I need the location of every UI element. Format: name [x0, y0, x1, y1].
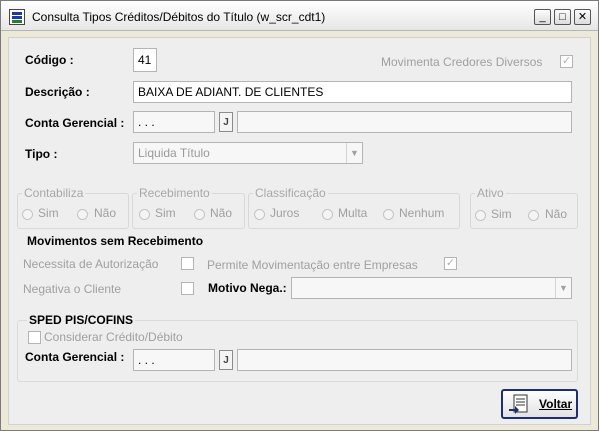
classificacao-nenhum-label: Nenhum [399, 206, 445, 220]
app-icon [9, 9, 25, 25]
descricao-label: Descrição : [25, 85, 90, 99]
permite-movimentacao-checkbox[interactable]: ✓ [444, 257, 457, 270]
recebimento-group: Recebimento Sim Não [132, 186, 245, 229]
voltar-label: Voltar [539, 397, 573, 411]
ativo-sim-label: Sim [491, 207, 512, 221]
classificacao-multa-label: Multa [338, 206, 368, 220]
conta-lookup-button[interactable]: J [219, 112, 233, 132]
contabiliza-group: Contabiliza Sim Não [17, 186, 129, 229]
sped-conta-gerencial-description [237, 349, 572, 371]
tipo-dropdown[interactable]: Liquida Título ▼ [133, 142, 363, 164]
motivo-nega-label: Motivo Nega.: [208, 281, 287, 295]
classificacao-nenhum-radio[interactable] [383, 209, 394, 220]
classificacao-juros-radio[interactable] [254, 209, 265, 220]
conta-gerencial-description [237, 111, 572, 133]
classificacao-group: Classificação Juros Multa Nenhum [248, 186, 460, 229]
minimize-icon: _ [539, 10, 546, 23]
codigo-field[interactable]: 41 [133, 48, 157, 72]
recebimento-sim-radio[interactable] [139, 209, 150, 220]
tipo-label: Tipo : [25, 147, 58, 161]
considerar-credito-label: Considerar Crédito/Débito [44, 330, 183, 344]
title-bar: Consulta Tipos Créditos/Débitos do Títul… [1, 1, 598, 31]
considerar-credito-checkbox[interactable] [28, 331, 41, 344]
maximize-icon: □ [559, 10, 566, 23]
exit-door-icon [508, 394, 530, 414]
permite-movimentacao-label: Permite Movimentação entre Empresas [207, 258, 418, 272]
tipo-value: Liquida Título [138, 146, 210, 160]
maximize-button[interactable]: □ [554, 9, 571, 25]
movimenta-credores-checkbox[interactable]: ✓ [560, 55, 573, 68]
voltar-button[interactable]: Voltar [501, 389, 578, 419]
necessita-autorizacao-checkbox[interactable] [181, 257, 194, 270]
sped-conta-gerencial-label: Conta Gerencial : [25, 350, 125, 364]
recebimento-sim-label: Sim [155, 206, 176, 220]
conta-gerencial-field[interactable]: . . . [133, 111, 215, 133]
codigo-label: Código : [25, 53, 74, 67]
window-title: Consulta Tipos Créditos/Débitos do Títul… [32, 10, 326, 24]
sped-section-title: SPED PIS/COFINS [27, 313, 136, 327]
classificacao-title: Classificação [253, 186, 328, 200]
close-icon: ✕ [577, 10, 588, 23]
recebimento-nao-label: Não [210, 206, 233, 220]
lookup-icon: J [223, 354, 229, 366]
descricao-field[interactable]: BAIXA DE ADIANT. DE CLIENTES [133, 81, 572, 103]
contabiliza-sim-label: Sim [38, 206, 59, 220]
check-icon: ✓ [561, 55, 572, 67]
ativo-title: Ativo [475, 186, 506, 200]
sped-conta-gerencial-field[interactable]: . . . [133, 349, 215, 371]
ativo-nao-radio[interactable] [528, 210, 539, 221]
minimize-button[interactable]: _ [534, 9, 551, 25]
contabiliza-nao-radio[interactable] [77, 209, 88, 220]
ativo-nao-label: Não [545, 207, 568, 221]
recebimento-title: Recebimento [137, 186, 212, 200]
lookup-icon: J [223, 116, 229, 128]
necessita-autorizacao-label: Necessita de Autorização [23, 257, 159, 271]
movimentos-section-title: Movimentos sem Recebimento [27, 234, 204, 248]
ativo-sim-radio[interactable] [475, 210, 486, 221]
contabiliza-title: Contabiliza [22, 186, 86, 200]
conta-gerencial-label: Conta Gerencial : [25, 116, 125, 130]
sped-conta-lookup-button[interactable]: J [219, 350, 233, 370]
check-icon: ✓ [445, 257, 456, 269]
chevron-down-icon: ▼ [555, 278, 571, 298]
close-button[interactable]: ✕ [574, 9, 591, 25]
classificacao-multa-radio[interactable] [322, 209, 333, 220]
window: Consulta Tipos Créditos/Débitos do Títul… [0, 0, 599, 431]
chevron-down-icon: ▼ [346, 143, 362, 163]
contabiliza-nao-label: Não [94, 206, 117, 220]
negativa-cliente-label: Negativa o Cliente [23, 282, 122, 296]
recebimento-nao-radio[interactable] [194, 209, 205, 220]
movimenta-credores-label: Movimenta Credores Diversos [381, 55, 543, 69]
motivo-nega-dropdown[interactable]: ▼ [291, 277, 572, 299]
negativa-cliente-checkbox[interactable] [181, 282, 194, 295]
classificacao-juros-label: Juros [270, 206, 300, 220]
form-panel: Código : 41 Movimenta Credores Diversos … [8, 37, 591, 425]
ativo-group: Ativo Sim Não [470, 186, 578, 229]
contabiliza-sim-radio[interactable] [22, 209, 33, 220]
